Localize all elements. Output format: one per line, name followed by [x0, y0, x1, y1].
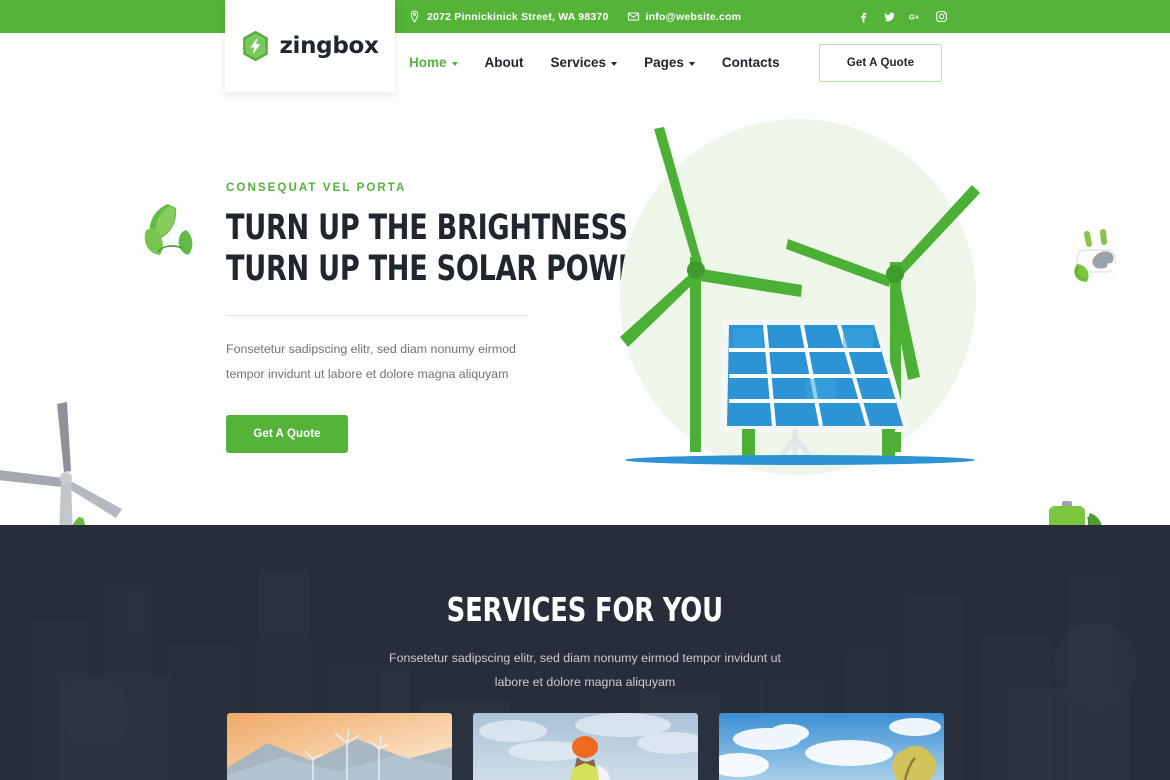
services-title: SERVICES FOR YOU [446, 590, 724, 629]
wind-turbines-at-sunset-photo [226, 713, 452, 780]
nav-label-pages: Pages [644, 55, 684, 70]
electric-plug-leaf-icon [1074, 229, 1123, 291]
hexagon-bolt-icon [243, 30, 269, 62]
logo[interactable]: zingbox [225, 0, 395, 92]
hero-paragraph: Fonsetetur sadipscing elitr, sed diam no… [226, 341, 516, 382]
hero-eyebrow: CONSEQUAT VEL PORTA [226, 182, 407, 194]
main-navigation: Home About Services Pages Contacts [409, 33, 780, 92]
chevron-down-icon [451, 61, 458, 66]
top-bar-contact-info: 2072 Pinnickinick Street, WA 98370 info@… [408, 0, 741, 33]
social-links: G+ [857, 0, 948, 33]
service-card-2[interactable] [472, 713, 698, 780]
nav-item-pages[interactable]: Pages [644, 55, 695, 70]
envelope-icon [627, 12, 639, 21]
email-text: info@website.com [645, 10, 742, 23]
services-subtitle: Fonsetetur sadipscing elitr, sed diam no… [375, 647, 795, 694]
logo-text: zingbox [279, 33, 379, 59]
hero-title-line-2: TURN UP THE SOLAR POWER. [226, 248, 668, 289]
top-bar: 2072 Pinnickinick Street, WA 98370 info@… [0, 0, 1170, 33]
services-subtitle-line-2: labore et dolore magna aliquyam [494, 674, 676, 689]
blue-sky-with-tree-photo [718, 713, 944, 780]
chevron-down-icon [611, 61, 618, 66]
page-root: 2072 Pinnickinick Street, WA 98370 info@… [0, 0, 1170, 780]
nav-item-contacts[interactable]: Contacts [722, 55, 780, 70]
instagram-icon[interactable] [935, 10, 948, 23]
hero-copy: CONSEQUAT VEL PORTA TURN UP THE BRIGHTNE… [226, 182, 668, 453]
hero-get-a-quote-button[interactable]: Get A Quote [226, 414, 348, 453]
facebook-icon[interactable] [857, 10, 870, 23]
header-get-a-quote-button[interactable]: Get A Quote [819, 44, 942, 82]
google-plus-icon[interactable]: G+ [909, 10, 922, 23]
chevron-down-icon [688, 61, 695, 66]
address-item: 2072 Pinnickinick Street, WA 98370 [408, 10, 609, 23]
hero-title-line-1: TURN UP THE BRIGHTNESS [226, 208, 628, 248]
nav-item-home[interactable]: Home [409, 55, 458, 70]
map-pin-icon [410, 10, 419, 23]
hero-section: CONSEQUAT VEL PORTA TURN UP THE BRIGHTNE… [0, 92, 1170, 525]
eco-battery-recycle-icon [1049, 501, 1102, 525]
services-heading-group: SERVICES FOR YOU Fonsetetur sadipscing e… [0, 590, 1170, 694]
wind-turbine-gray-icon [0, 402, 122, 525]
svg-text:G+: G+ [909, 13, 920, 22]
service-cards [0, 713, 1170, 780]
nav-label-about: About [484, 55, 524, 70]
hero-divider [226, 314, 529, 316]
nav-label-services: Services [550, 55, 607, 70]
worker-in-orange-helmet-photo [472, 713, 698, 780]
email-item[interactable]: info@website.com [627, 10, 742, 23]
leaves-icon [144, 204, 193, 255]
service-card-1[interactable] [226, 713, 452, 780]
service-card-3[interactable] [718, 713, 944, 780]
wind-turbines-and-solar-panel-illustration [620, 119, 980, 475]
nav-item-services[interactable]: Services [551, 55, 618, 70]
twitter-icon[interactable] [883, 10, 896, 23]
address-text: 2072 Pinnickinick Street, WA 98370 [427, 10, 609, 23]
services-subtitle-line-1: Fonsetetur sadipscing elitr, sed diam no… [389, 651, 781, 665]
nav-item-about[interactable]: About [485, 55, 524, 70]
nav-label-home: Home [409, 55, 447, 70]
nav-label-contacts: Contacts [721, 55, 780, 70]
